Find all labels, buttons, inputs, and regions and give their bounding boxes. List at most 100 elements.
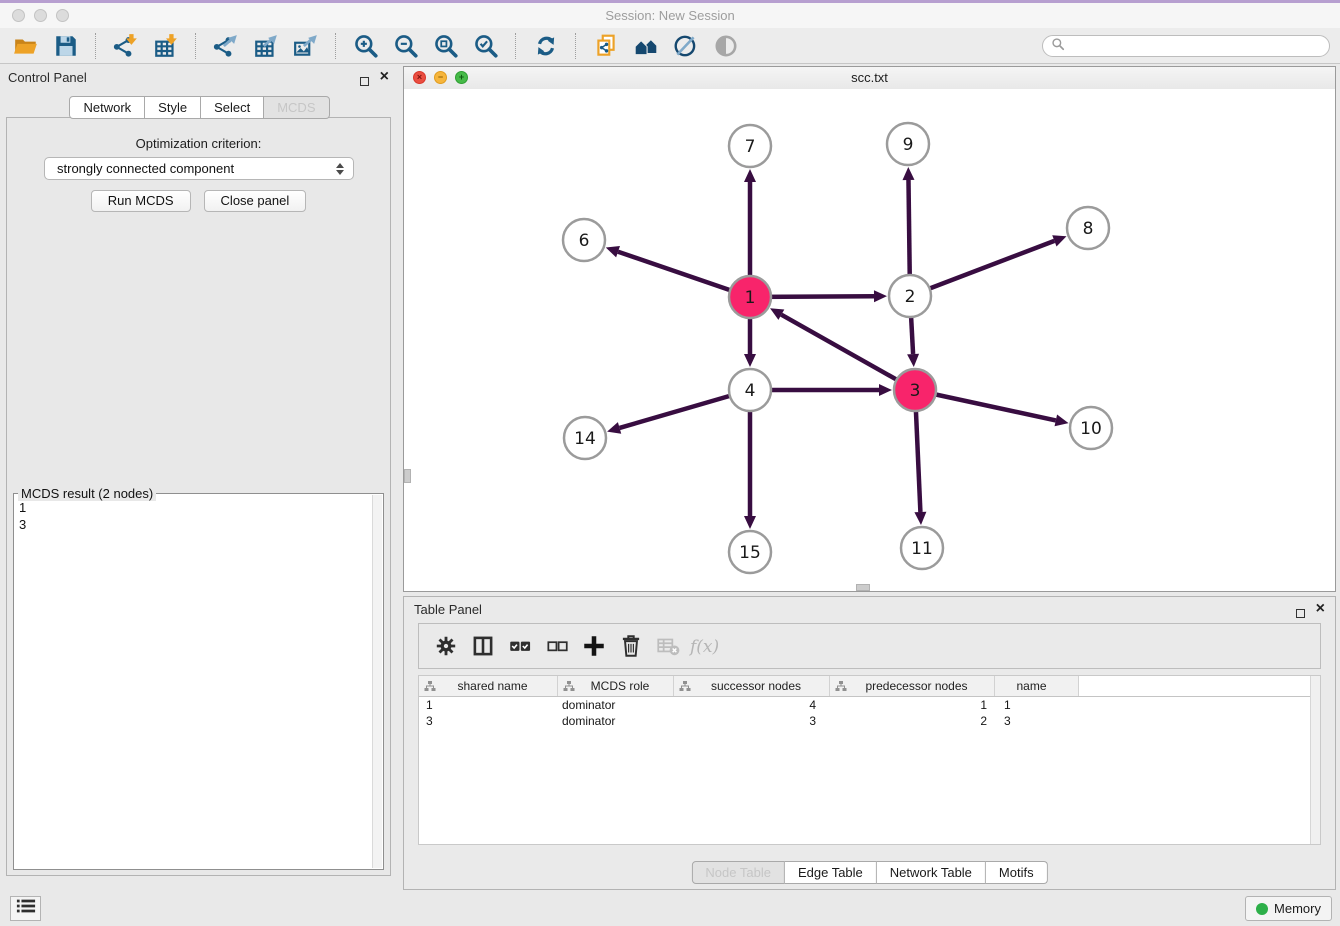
horizontal-scrollbar-handle[interactable] — [856, 584, 870, 591]
graph-node-6[interactable]: 6 — [563, 219, 605, 261]
graph-node-10[interactable]: 10 — [1070, 407, 1112, 449]
search-input[interactable] — [1070, 38, 1329, 54]
table-tab-motifs[interactable]: Motifs — [986, 861, 1048, 884]
cell-shared-name[interactable]: 3 — [419, 714, 558, 728]
graph-node-4[interactable]: 4 — [729, 369, 771, 411]
cell-name[interactable]: 3 — [995, 714, 1079, 728]
graph-node-9[interactable]: 9 — [887, 123, 929, 165]
export-image-icon[interactable] — [289, 31, 323, 61]
graph-node-3[interactable]: 3 — [894, 369, 936, 411]
graph-edge-1-6[interactable] — [606, 246, 750, 297]
close-table-panel-icon[interactable]: × — [1316, 604, 1325, 614]
graph-edge-4-14[interactable] — [607, 390, 750, 434]
result-scrollbar[interactable] — [372, 495, 382, 868]
table-row[interactable]: 1dominator411 — [419, 697, 1320, 713]
deselect-all-columns-icon[interactable] — [538, 629, 575, 663]
import-network-icon[interactable] — [109, 31, 143, 61]
control-panel-header: Control Panel × — [0, 64, 399, 92]
toolbar-separator — [335, 33, 337, 59]
float-table-panel-icon[interactable] — [1296, 605, 1305, 623]
graph-node-1[interactable]: 1 — [729, 276, 771, 318]
column-header-successor-nodes[interactable]: successor nodes — [674, 676, 830, 696]
memory-label: Memory — [1274, 901, 1321, 916]
graph-node-8[interactable]: 8 — [1067, 207, 1109, 249]
optimization-criterion-select[interactable]: strongly connected component — [44, 157, 354, 180]
open-session-icon[interactable] — [9, 31, 43, 61]
import-table-icon[interactable] — [149, 31, 183, 61]
save-session-icon[interactable] — [49, 31, 83, 61]
svg-text:8: 8 — [1083, 219, 1094, 239]
table-panel-title: Table Panel — [414, 597, 482, 623]
table-row[interactable]: 3dominator323 — [419, 713, 1320, 729]
run-mcds-button[interactable]: Run MCDS — [91, 190, 191, 212]
add-column-icon[interactable] — [575, 629, 612, 663]
task-history-button[interactable] — [10, 896, 41, 921]
attribute-tree-icon — [679, 680, 691, 692]
close-panel-icon[interactable]: × — [380, 72, 389, 82]
clone-network-icon[interactable] — [589, 31, 623, 61]
control-tab-style[interactable]: Style — [145, 96, 201, 119]
mcds-result-box: MCDS result (2 nodes) 13 — [13, 493, 384, 870]
first-neighbors-icon[interactable] — [629, 31, 663, 61]
control-tab-mcds[interactable]: MCDS — [264, 96, 329, 119]
zoom-selected-icon[interactable] — [469, 31, 503, 61]
network-canvas[interactable]: 7 9 6 8 1 2 4 3 14 10 15 11 — [404, 89, 1335, 591]
cell-successor-nodes[interactable]: 4 — [674, 698, 830, 712]
column-header-mcds-role[interactable]: MCDS role — [558, 676, 674, 696]
cell-successor-nodes[interactable]: 3 — [674, 714, 830, 728]
network-window-titlebar: × − + scc.txt — [404, 67, 1335, 90]
graph-edge-3-1[interactable] — [770, 308, 915, 390]
control-panel: Control Panel × NetworkStyleSelectMCDS O… — [0, 64, 399, 890]
graph-node-14[interactable]: 14 — [564, 417, 606, 459]
delete-column-icon[interactable] — [612, 629, 649, 663]
graph-node-7[interactable]: 7 — [729, 125, 771, 167]
table-tab-node-table[interactable]: Node Table — [691, 861, 785, 884]
list-icon — [16, 898, 36, 919]
refresh-layout-icon[interactable] — [529, 31, 563, 61]
vertical-scrollbar-handle[interactable] — [404, 469, 411, 483]
table-tab-edge-table[interactable]: Edge Table — [785, 861, 877, 884]
toolbar-separator — [515, 33, 517, 59]
graph-edge-2-8[interactable] — [910, 235, 1067, 296]
cell-mcds-role[interactable]: dominator — [558, 698, 674, 712]
toolbar-separator — [95, 33, 97, 59]
table-panel: Table Panel × f(x) shared nameMCDS roles… — [403, 596, 1336, 890]
cell-mcds-role[interactable]: dominator — [558, 714, 674, 728]
control-tab-select[interactable]: Select — [201, 96, 264, 119]
optimization-criterion-label: Optimization criterion: — [7, 136, 390, 151]
zoom-fit-icon[interactable] — [429, 31, 463, 61]
select-all-columns-icon[interactable] — [501, 629, 538, 663]
svg-text:14: 14 — [574, 429, 596, 449]
column-header-name[interactable]: name — [995, 676, 1079, 696]
column-header-shared-name[interactable]: shared name — [419, 676, 558, 696]
graph-node-11[interactable]: 11 — [901, 527, 943, 569]
cell-shared-name[interactable]: 1 — [419, 698, 558, 712]
export-network-icon[interactable] — [209, 31, 243, 61]
zoom-out-icon[interactable] — [389, 31, 423, 61]
column-header-predecessor-nodes[interactable]: predecessor nodes — [830, 676, 995, 696]
table-tab-network-table[interactable]: Network Table — [877, 861, 986, 884]
zoom-in-icon[interactable] — [349, 31, 383, 61]
export-table-icon[interactable] — [249, 31, 283, 61]
close-panel-button[interactable]: Close panel — [204, 190, 307, 212]
mcds-result-node: 3 — [19, 516, 26, 533]
memory-button[interactable]: Memory — [1245, 896, 1332, 921]
memory-status-icon — [1256, 903, 1268, 915]
gear-icon[interactable] — [427, 629, 464, 663]
search-icon — [1051, 37, 1065, 56]
cell-predecessor-nodes[interactable]: 2 — [830, 714, 995, 728]
split-columns-icon[interactable] — [464, 629, 501, 663]
graph-node-2[interactable]: 2 — [889, 275, 931, 317]
cell-name[interactable]: 1 — [995, 698, 1079, 712]
node-table: shared nameMCDS rolesuccessor nodesprede… — [418, 675, 1321, 845]
toggle-style-icon[interactable] — [669, 31, 703, 61]
graph-node-15[interactable]: 15 — [729, 531, 771, 573]
table-scrollbar[interactable] — [1310, 676, 1320, 844]
search-box[interactable] — [1042, 35, 1330, 57]
cell-predecessor-nodes[interactable]: 1 — [830, 698, 995, 712]
control-tab-network[interactable]: Network — [69, 96, 145, 119]
svg-text:1: 1 — [745, 288, 756, 308]
graph-edge-3-10[interactable] — [915, 390, 1069, 426]
float-panel-icon[interactable] — [360, 73, 369, 91]
control-panel-title: Control Panel — [8, 64, 87, 92]
